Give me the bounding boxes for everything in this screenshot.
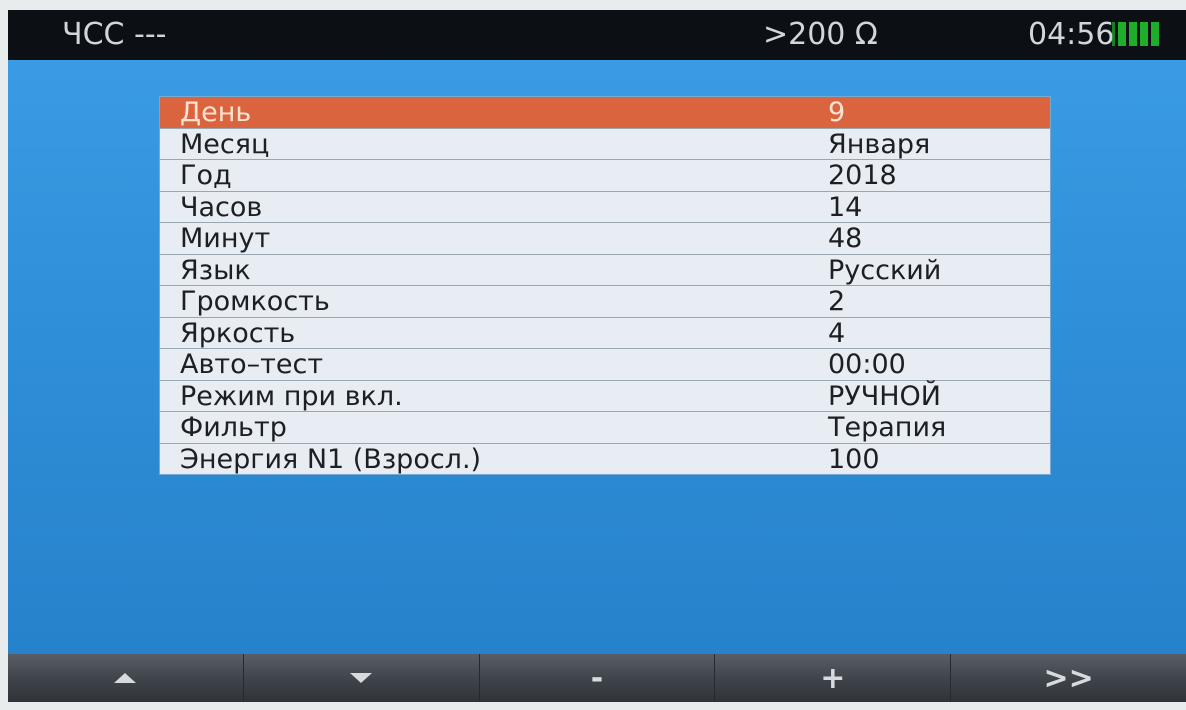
settings-row-volume[interactable]: Громкость 2 (160, 286, 1050, 318)
decrease-button[interactable]: - (480, 654, 716, 702)
softkey-bar: - + >> (8, 654, 1186, 702)
setting-label: Яркость (180, 317, 296, 349)
setting-value: 4 (828, 317, 846, 349)
setting-value: Января (828, 128, 931, 160)
settings-row-filter[interactable]: Фильтр Терапия (160, 412, 1050, 444)
settings-row-year[interactable]: Год 2018 (160, 160, 1050, 192)
setting-label: Фильтр (180, 412, 287, 443)
setting-label: Авто–тест (180, 349, 324, 380)
setting-label: Месяц (180, 128, 270, 160)
device-screen: ЧСС --- >200 Ω 04:56 День 9 Месяц Января… (8, 10, 1186, 702)
settings-row-energy-n1[interactable]: Энергия N1 (Взросл.) 100 (160, 444, 1050, 475)
impedance-readout: >200 Ω (763, 17, 878, 52)
setting-label: Минут (180, 223, 271, 254)
setting-value: 00:00 (828, 349, 906, 380)
down-button[interactable] (244, 654, 480, 702)
battery-icon (1112, 22, 1159, 46)
settings-row-day[interactable]: День 9 (160, 97, 1050, 129)
setting-value: Русский (828, 254, 942, 286)
next-button[interactable]: >> (951, 654, 1186, 702)
setting-value: 9 (828, 97, 846, 128)
setting-value: 14 (828, 191, 863, 223)
settings-row-language[interactable]: Язык Русский (160, 254, 1050, 286)
settings-row-month[interactable]: Месяц Января (160, 128, 1050, 160)
heart-rate-readout: ЧСС --- (62, 17, 167, 52)
setting-label: Год (180, 160, 232, 191)
setting-value: 100 (828, 443, 880, 475)
settings-table: День 9 Месяц Января Год 2018 Часов 14 Ми… (160, 97, 1050, 475)
setting-value: Терапия (828, 412, 947, 443)
settings-row-hours[interactable]: Часов 14 (160, 191, 1050, 223)
setting-label: Энергия N1 (Взросл.) (180, 443, 482, 475)
settings-row-brightness[interactable]: Яркость 4 (160, 317, 1050, 349)
settings-row-minutes[interactable]: Минут 48 (160, 223, 1050, 255)
settings-row-auto-test[interactable]: Авто–тест 00:00 (160, 349, 1050, 381)
setting-label: Язык (180, 254, 251, 286)
up-button[interactable] (8, 654, 244, 702)
triangle-down-icon (350, 673, 373, 683)
increase-button[interactable]: + (715, 654, 952, 702)
status-bar: ЧСС --- >200 Ω 04:56 (8, 10, 1186, 60)
triangle-up-icon (114, 673, 137, 683)
setting-value: РУЧНОЙ (828, 380, 941, 412)
setting-label: Режим при вкл. (180, 380, 403, 412)
setting-label: Громкость (180, 286, 330, 317)
setting-value: 2 (828, 286, 846, 317)
setting-label: День (180, 97, 252, 128)
clock: 04:56 (1028, 17, 1115, 52)
setting-label: Часов (180, 191, 263, 223)
settings-row-startup-mode[interactable]: Режим при вкл. РУЧНОЙ (160, 380, 1050, 412)
setting-value: 48 (828, 223, 863, 254)
setting-value: 2018 (828, 160, 897, 191)
